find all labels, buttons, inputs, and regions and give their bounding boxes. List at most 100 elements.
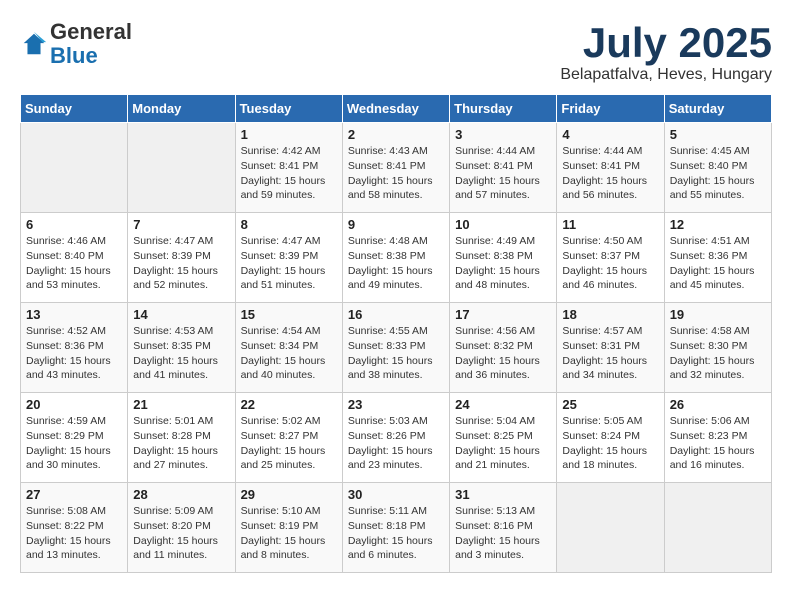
day-info: Sunrise: 4:55 AMSunset: 8:33 PMDaylight:… xyxy=(348,324,444,383)
calendar-cell: 23 Sunrise: 5:03 AMSunset: 8:26 PMDayligh… xyxy=(342,393,449,483)
location-subtitle: Belapatfalva, Heves, Hungary xyxy=(560,66,772,84)
day-info: Sunrise: 5:04 AMSunset: 8:25 PMDaylight:… xyxy=(455,414,551,473)
calendar-cell: 31 Sunrise: 5:13 AMSunset: 8:16 PMDayligh… xyxy=(450,483,557,573)
day-info: Sunrise: 5:06 AMSunset: 8:23 PMDaylight:… xyxy=(670,414,766,473)
day-info: Sunrise: 4:44 AMSunset: 8:41 PMDaylight:… xyxy=(455,144,551,203)
day-number: 14 xyxy=(133,307,229,322)
logo-general-text: General xyxy=(50,19,132,44)
calendar-week-row: 13Sunrise: 4:52 AMSunset: 8:36 PMDayligh… xyxy=(21,303,772,393)
weekday-header-row: SundayMondayTuesdayWednesdayThursdayFrid… xyxy=(21,95,772,123)
day-number: 30 xyxy=(348,487,444,502)
day-number: 17 xyxy=(455,307,551,322)
calendar-cell: 14 Sunrise: 4:53 AMSunset: 8:35 PMDayligh… xyxy=(128,303,235,393)
calendar-cell: 1Sunrise: 4:42 AMSunset: 8:41 PMDaylight… xyxy=(235,123,342,213)
day-info: Sunrise: 4:44 AMSunset: 8:41 PMDaylight:… xyxy=(562,144,658,203)
weekday-header-tuesday: Tuesday xyxy=(235,95,342,123)
calendar-cell: 13Sunrise: 4:52 AMSunset: 8:36 PMDayligh… xyxy=(21,303,128,393)
calendar-week-row: 1Sunrise: 4:42 AMSunset: 8:41 PMDaylight… xyxy=(21,123,772,213)
day-number: 29 xyxy=(241,487,337,502)
day-number: 1 xyxy=(241,127,337,142)
day-info: Sunrise: 5:13 AMSunset: 8:16 PMDaylight:… xyxy=(455,504,551,563)
page-header: General Blue July 2025 Belapatfalva, Hev… xyxy=(20,20,772,84)
day-number: 8 xyxy=(241,217,337,232)
day-info: Sunrise: 4:52 AMSunset: 8:36 PMDaylight:… xyxy=(26,324,122,383)
logo-icon xyxy=(20,30,48,58)
day-info: Sunrise: 5:02 AMSunset: 8:27 PMDaylight:… xyxy=(241,414,337,473)
day-info: Sunrise: 5:09 AMSunset: 8:20 PMDaylight:… xyxy=(133,504,229,563)
day-number: 7 xyxy=(133,217,229,232)
calendar-body: 1Sunrise: 4:42 AMSunset: 8:41 PMDaylight… xyxy=(21,123,772,573)
calendar-cell: 22 Sunrise: 5:02 AMSunset: 8:27 PMDayligh… xyxy=(235,393,342,483)
day-info: Sunrise: 4:59 AMSunset: 8:29 PMDaylight:… xyxy=(26,414,122,473)
calendar-cell xyxy=(128,123,235,213)
day-info: Sunrise: 4:47 AMSunset: 8:39 PMDaylight:… xyxy=(133,234,229,293)
day-info: Sunrise: 4:47 AMSunset: 8:39 PMDaylight:… xyxy=(241,234,337,293)
day-number: 3 xyxy=(455,127,551,142)
day-info: Sunrise: 4:50 AMSunset: 8:37 PMDaylight:… xyxy=(562,234,658,293)
calendar-cell: 3 Sunrise: 4:44 AMSunset: 8:41 PMDaylight… xyxy=(450,123,557,213)
day-info: Sunrise: 4:53 AMSunset: 8:35 PMDaylight:… xyxy=(133,324,229,383)
weekday-header-sunday: Sunday xyxy=(21,95,128,123)
day-number: 23 xyxy=(348,397,444,412)
day-number: 5 xyxy=(670,127,766,142)
calendar-cell xyxy=(21,123,128,213)
calendar-cell: 9 Sunrise: 4:48 AMSunset: 8:38 PMDaylight… xyxy=(342,213,449,303)
day-info: Sunrise: 5:03 AMSunset: 8:26 PMDaylight:… xyxy=(348,414,444,473)
month-title: July 2025 xyxy=(560,20,772,66)
calendar-cell: 4Sunrise: 4:44 AMSunset: 8:41 PMDaylight… xyxy=(557,123,664,213)
calendar-cell: 6Sunrise: 4:46 AMSunset: 8:40 PMDaylight… xyxy=(21,213,128,303)
weekday-header-monday: Monday xyxy=(128,95,235,123)
calendar-cell: 16 Sunrise: 4:55 AMSunset: 8:33 PMDayligh… xyxy=(342,303,449,393)
calendar-cell: 11Sunrise: 4:50 AMSunset: 8:37 PMDayligh… xyxy=(557,213,664,303)
calendar-cell: 2 Sunrise: 4:43 AMSunset: 8:41 PMDaylight… xyxy=(342,123,449,213)
calendar-cell xyxy=(664,483,771,573)
day-info: Sunrise: 4:54 AMSunset: 8:34 PMDaylight:… xyxy=(241,324,337,383)
day-number: 22 xyxy=(241,397,337,412)
calendar-cell: 27 Sunrise: 5:08 AMSunset: 8:22 PMDayligh… xyxy=(21,483,128,573)
calendar-cell: 24 Sunrise: 5:04 AMSunset: 8:25 PMDayligh… xyxy=(450,393,557,483)
day-info: Sunrise: 5:01 AMSunset: 8:28 PMDaylight:… xyxy=(133,414,229,473)
calendar-cell: 21 Sunrise: 5:01 AMSunset: 8:28 PMDayligh… xyxy=(128,393,235,483)
day-number: 10 xyxy=(455,217,551,232)
calendar-cell: 18 Sunrise: 4:57 AMSunset: 8:31 PMDayligh… xyxy=(557,303,664,393)
calendar-week-row: 27 Sunrise: 5:08 AMSunset: 8:22 PMDayligh… xyxy=(21,483,772,573)
day-info: Sunrise: 4:43 AMSunset: 8:41 PMDaylight:… xyxy=(348,144,444,203)
calendar-cell: 26 Sunrise: 5:06 AMSunset: 8:23 PMDayligh… xyxy=(664,393,771,483)
day-info: Sunrise: 4:51 AMSunset: 8:36 PMDaylight:… xyxy=(670,234,766,293)
calendar-cell: 29 Sunrise: 5:10 AMSunset: 8:19 PMDayligh… xyxy=(235,483,342,573)
calendar-cell: 5 Sunrise: 4:45 AMSunset: 8:40 PMDaylight… xyxy=(664,123,771,213)
calendar-cell: 19Sunrise: 4:58 AMSunset: 8:30 PMDayligh… xyxy=(664,303,771,393)
title-block: July 2025 Belapatfalva, Heves, Hungary xyxy=(560,20,772,84)
calendar-cell: 25Sunrise: 5:05 AMSunset: 8:24 PMDayligh… xyxy=(557,393,664,483)
calendar-cell: 12Sunrise: 4:51 AMSunset: 8:36 PMDayligh… xyxy=(664,213,771,303)
day-info: Sunrise: 5:10 AMSunset: 8:19 PMDaylight:… xyxy=(241,504,337,563)
day-number: 16 xyxy=(348,307,444,322)
calendar-cell: 20Sunrise: 4:59 AMSunset: 8:29 PMDayligh… xyxy=(21,393,128,483)
day-number: 15 xyxy=(241,307,337,322)
day-number: 21 xyxy=(133,397,229,412)
logo: General Blue xyxy=(20,20,132,68)
day-number: 26 xyxy=(670,397,766,412)
weekday-header-thursday: Thursday xyxy=(450,95,557,123)
day-number: 27 xyxy=(26,487,122,502)
calendar-cell: 7 Sunrise: 4:47 AMSunset: 8:39 PMDaylight… xyxy=(128,213,235,303)
day-info: Sunrise: 4:57 AMSunset: 8:31 PMDaylight:… xyxy=(562,324,658,383)
calendar-cell: 28 Sunrise: 5:09 AMSunset: 8:20 PMDayligh… xyxy=(128,483,235,573)
day-number: 31 xyxy=(455,487,551,502)
day-info: Sunrise: 5:08 AMSunset: 8:22 PMDaylight:… xyxy=(26,504,122,563)
weekday-header-wednesday: Wednesday xyxy=(342,95,449,123)
calendar-table: SundayMondayTuesdayWednesdayThursdayFrid… xyxy=(20,94,772,573)
day-number: 2 xyxy=(348,127,444,142)
day-number: 24 xyxy=(455,397,551,412)
day-number: 9 xyxy=(348,217,444,232)
day-number: 6 xyxy=(26,217,122,232)
day-info: Sunrise: 4:45 AMSunset: 8:40 PMDaylight:… xyxy=(670,144,766,203)
calendar-header: SundayMondayTuesdayWednesdayThursdayFrid… xyxy=(21,95,772,123)
day-info: Sunrise: 4:48 AMSunset: 8:38 PMDaylight:… xyxy=(348,234,444,293)
calendar-week-row: 20Sunrise: 4:59 AMSunset: 8:29 PMDayligh… xyxy=(21,393,772,483)
day-number: 18 xyxy=(562,307,658,322)
weekday-header-saturday: Saturday xyxy=(664,95,771,123)
day-info: Sunrise: 5:11 AMSunset: 8:18 PMDaylight:… xyxy=(348,504,444,563)
day-number: 28 xyxy=(133,487,229,502)
day-number: 19 xyxy=(670,307,766,322)
